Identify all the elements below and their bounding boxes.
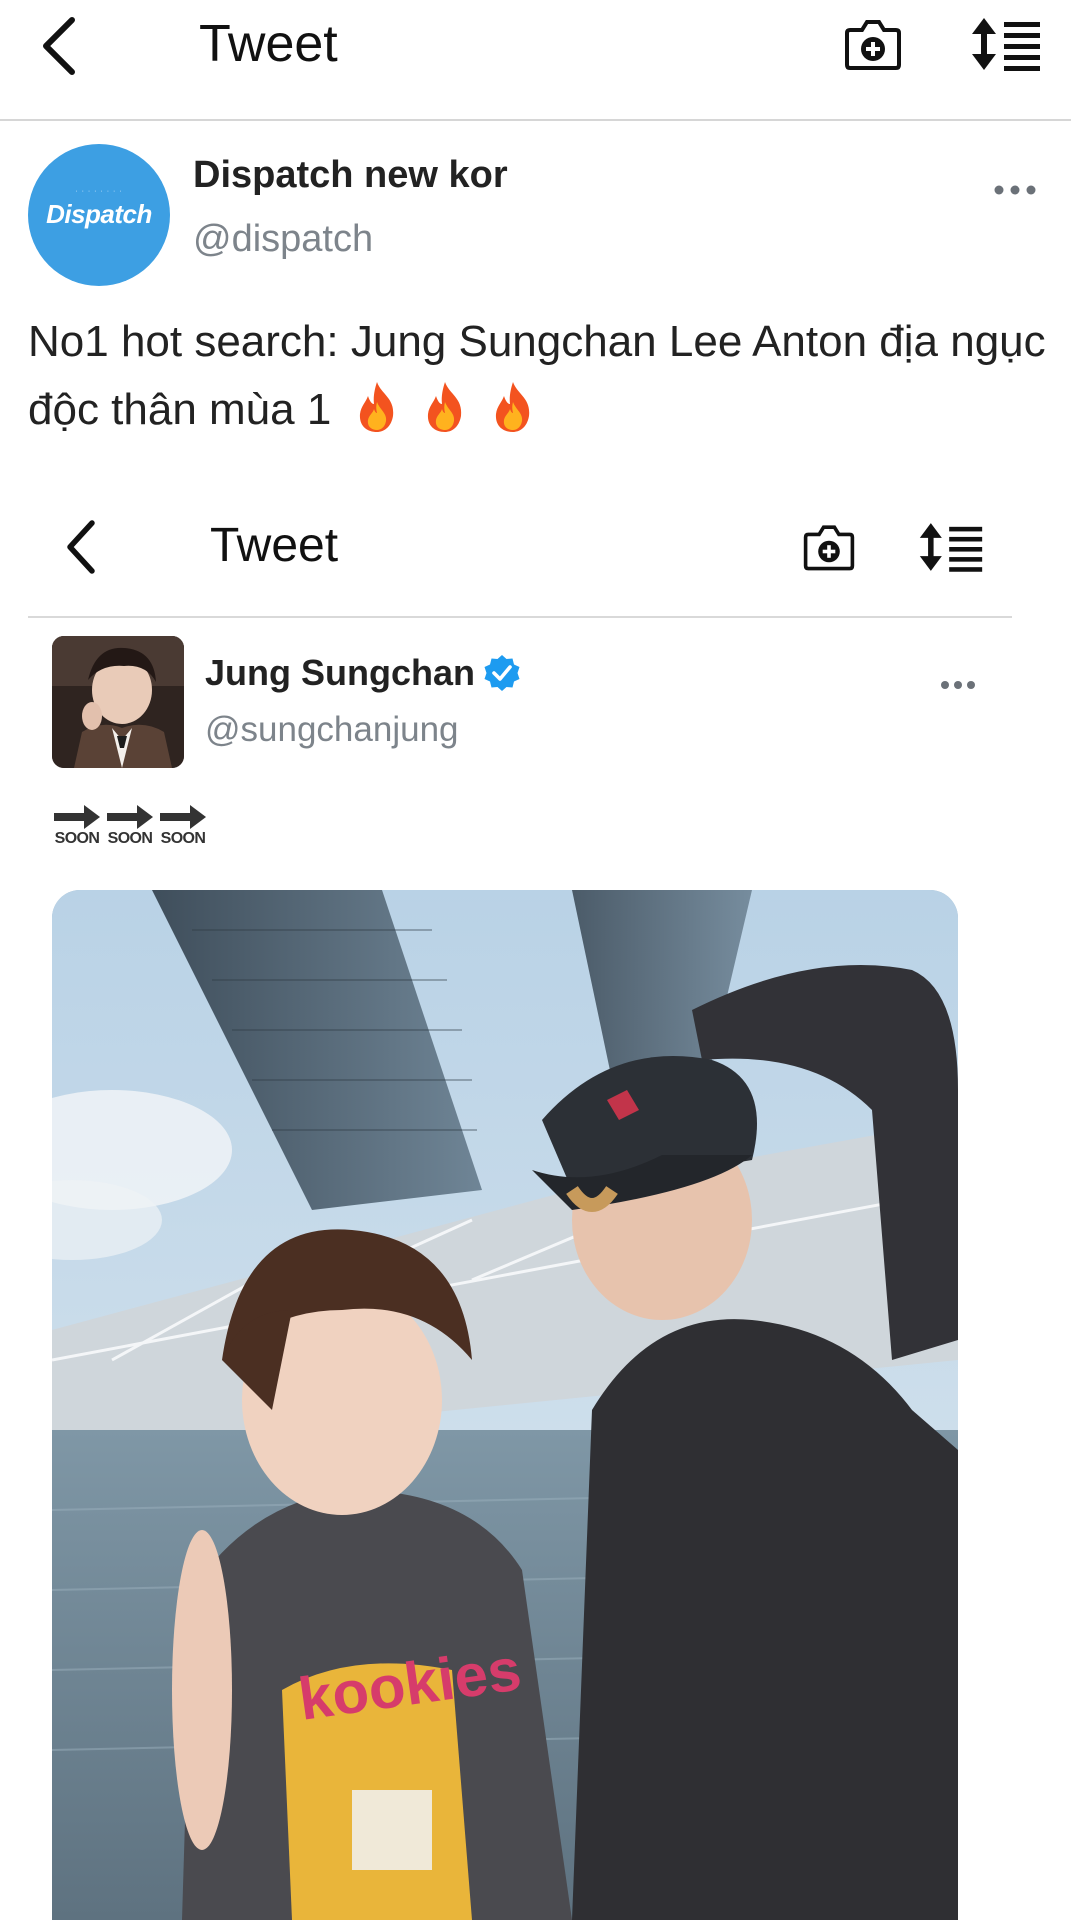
page-title: Tweet [199,15,338,73]
soon-label: SOON [54,830,100,847]
fire-emoji-icon [496,382,530,432]
soon-arrow-emoji-icon: SOON [158,804,208,850]
camera-plus-icon[interactable] [844,14,902,74]
top-app-bar: Tweet [0,0,1071,121]
tweet-photo: kookies [52,890,958,1920]
soon-arrow-emoji-icon: SOON [52,804,102,850]
avatar-logo-text: Dispatch [46,199,152,229]
fire-emoji-icon [428,382,462,432]
author-handle[interactable]: @dispatch [193,218,373,261]
avatar-logo-mark: · · · · · · · · [75,188,123,195]
dispatch-avatar[interactable]: · · · · · · · · Dispatch [28,144,170,286]
embedded-more-options-icon [941,681,975,689]
verified-badge-icon [484,655,520,691]
soon-label: SOON [160,830,206,847]
embedded-sort-list-icon [919,523,983,572]
tweet-text: No1 hot search: Jung Sungchan Lee Anton … [28,308,1058,444]
avatar-portrait-image [52,636,184,768]
fire-emoji-icon [360,382,394,432]
photo-illustration: kookies [52,890,958,1920]
embedded-back-chevron-icon [67,520,95,574]
soon-label: SOON [107,830,153,847]
author-name[interactable]: Dispatch new kor [193,154,508,197]
tweet-text-content: No1 hot search: Jung Sungchan Lee Anton … [28,317,1046,434]
embedded-divider [28,616,1012,618]
sungchan-avatar [52,636,184,768]
more-options-icon[interactable] [990,174,1040,206]
embedded-page-title: Tweet [210,519,339,572]
soon-arrow-emoji-icon: SOON [105,804,155,850]
back-chevron-icon[interactable] [38,14,88,78]
embedded-author-handle: @sungchanjung [205,710,459,749]
embedded-author-name: Jung Sungchan [205,652,475,693]
embedded-camera-plus-icon [803,525,855,571]
sort-list-icon[interactable] [970,16,1042,72]
